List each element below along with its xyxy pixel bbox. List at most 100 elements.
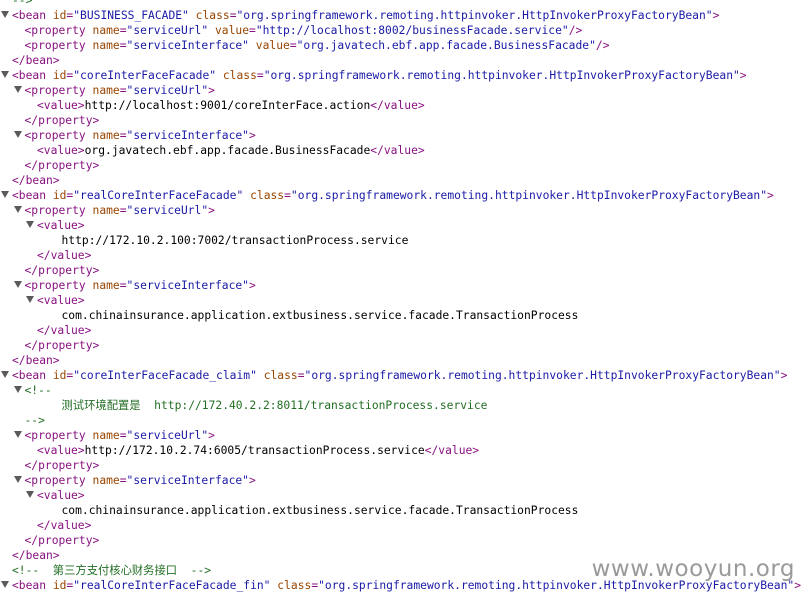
xml-line-text: </value>: [37, 248, 91, 263]
xml-line-text: <bean id = "coreInterFaceFacade_claim" cla…: [12, 368, 787, 383]
xml-token-attr: name: [92, 84, 120, 97]
xml-token-cmt: 测试环境配置是 http://172.40.2.2:8011/transacti…: [61, 399, 488, 412]
collapse-toggle-icon[interactable]: [13, 86, 22, 93]
xml-token-tag: =: [119, 39, 127, 52]
xml-token-tag: [189, 9, 196, 22]
xml-line-text: <bean id = "realCoreInterFaceFacade" class…: [12, 188, 774, 203]
xml-line-text: <value>http://172.10.2.74:6005/transacti…: [37, 443, 479, 458]
xml-token-tag: </bean>: [12, 54, 60, 67]
xml-token-val: "http://localhost:8002/businessFacade.se…: [255, 24, 569, 37]
xml-token-tag: =: [229, 9, 237, 22]
xml-token-tag: <property: [24, 474, 93, 487]
xml-token-attr: id: [52, 579, 67, 592]
xml-token-attr: class: [250, 189, 285, 202]
xml-line: </bean>: [0, 53, 803, 68]
watermark: www.wooyun.org: [591, 556, 795, 582]
xml-token-tag: =: [249, 24, 256, 37]
xml-line-text: <bean id="BUSINESS_FACADE" class="org.sp…: [12, 8, 719, 23]
xml-line: <bean id="coreInterFaceFacade" class="or…: [0, 68, 803, 83]
xml-token-tag: <property: [24, 39, 93, 52]
xml-token-tag: </value>: [424, 444, 480, 457]
xml-token-tag: <property: [24, 429, 93, 442]
xml-token-attr: name: [92, 279, 120, 292]
xml-token-tag: </property>: [24, 459, 100, 472]
xml-token-plain: org.javatech.ebf.app.facade.BusinessFaca…: [84, 144, 371, 157]
xml-line-text: <value>http://localhost:9001/coreInterFa…: [37, 98, 425, 113]
xml-token-val: "BUSINESS_FACADE": [73, 9, 189, 22]
xml-token-cmt: -->: [24, 414, 45, 427]
xml-line: -->: [0, 413, 803, 428]
xml-token-tag: =: [119, 474, 127, 487]
collapse-toggle-icon[interactable]: [1, 581, 9, 588]
xml-token-tag: </value>: [370, 144, 425, 157]
xml-token-plain: http://localhost:9001/coreInterFace.acti…: [84, 99, 371, 112]
xml-token-attr: name: [92, 39, 120, 52]
xml-token-attr: name: [92, 429, 120, 442]
xml-line: <property name="serviceUrl" value="http:…: [0, 23, 803, 38]
xml-token-attr: id: [52, 9, 67, 22]
collapse-toggle-icon[interactable]: [1, 71, 9, 78]
collapse-toggle-icon[interactable]: [26, 221, 34, 228]
xml-token-tag: </bean>: [12, 354, 60, 367]
xml-token-tag: <bean: [12, 579, 53, 592]
collapse-toggle-icon[interactable]: [13, 431, 22, 438]
collapse-toggle-icon[interactable]: [1, 11, 9, 18]
xml-line-text: <property name="serviceUrl">: [25, 428, 215, 443]
xml-token-tag: <bean: [12, 9, 53, 22]
xml-token-plain: http://172.10.2.100:7002/transactionProc…: [61, 234, 409, 247]
xml-token-tag: =: [119, 129, 127, 142]
xml-token-attr: class: [222, 69, 257, 82]
collapse-toggle-icon[interactable]: [26, 491, 34, 498]
xml-line-text: <!-- 第三方支付核心财务接口 -->: [12, 563, 211, 578]
xml-token-val: "serviceInterface": [126, 39, 249, 52]
xml-token-tag: >: [248, 279, 256, 292]
xml-token-val: "org.springframework.remoting.httpinvoke…: [304, 369, 781, 382]
xml-token-tag: >: [208, 429, 215, 442]
xml-line: </value>: [0, 323, 803, 338]
xml-token-tag: <property: [24, 24, 93, 37]
xml-token-attr: value: [214, 24, 249, 37]
xml-token-tag: =: [297, 369, 305, 382]
xml-token-tag: <property: [24, 279, 93, 292]
xml-token-attr: name: [92, 129, 120, 142]
collapse-toggle-icon[interactable]: [1, 191, 9, 198]
xml-token-attr: value: [255, 39, 290, 52]
xml-token-tag: =: [119, 24, 127, 37]
xml-line: <property name="serviceInterface">: [0, 473, 803, 488]
collapse-toggle-icon[interactable]: [13, 131, 22, 138]
xml-token-tag: <bean: [12, 369, 53, 382]
xml-line-text: <value>org.javatech.ebf.app.facade.Busin…: [37, 143, 425, 158]
xml-line-text: </property>: [25, 533, 100, 548]
xml-token-val: "serviceUrl": [126, 24, 209, 37]
collapse-toggle-icon[interactable]: [26, 296, 34, 303]
xml-token-val: "org.springframework.remoting.httpinvoke…: [263, 69, 740, 82]
xml-token-tag: >: [767, 189, 774, 202]
xml-line-text: -->: [25, 413, 45, 428]
xml-line: <property name="serviceInterface">: [0, 128, 803, 143]
xml-token-tag: >: [794, 579, 802, 592]
collapse-toggle-icon[interactable]: [13, 386, 22, 393]
xml-line: -->: [0, 0, 803, 8]
xml-line: <value>http://172.10.2.74:6005/transacti…: [0, 443, 803, 458]
xml-line: </bean>: [0, 353, 803, 368]
xml-token-tag: >: [712, 9, 720, 22]
xml-token-val: "serviceInterface": [126, 129, 249, 142]
xml-line: </value>: [0, 248, 803, 263]
collapse-toggle-icon[interactable]: [13, 476, 22, 483]
xml-token-tag: [216, 69, 223, 82]
xml-line: <property name="serviceUrl">: [0, 428, 803, 443]
xml-token-cmt: <!--: [24, 384, 52, 397]
xml-token-plain: http://172.10.2.74:6005/transactionProce…: [84, 444, 425, 457]
collapse-toggle-icon[interactable]: [13, 281, 22, 288]
collapse-toggle-icon[interactable]: [1, 371, 9, 378]
xml-token-tag: <property: [24, 84, 93, 97]
xml-line-text: <property name="serviceInterface">: [25, 473, 256, 488]
xml-token-tag: =: [256, 69, 264, 82]
xml-line: <value>org.javatech.ebf.app.facade.Busin…: [0, 143, 803, 158]
xml-line: <bean id="BUSINESS_FACADE" class="org.sp…: [0, 8, 803, 23]
collapse-toggle-icon[interactable]: [13, 206, 22, 213]
xml-line: <value>: [0, 293, 803, 308]
xml-token-attr: class: [195, 9, 230, 22]
xml-token-tag: =: [119, 204, 127, 217]
xml-line-text: -->: [12, 0, 32, 8]
